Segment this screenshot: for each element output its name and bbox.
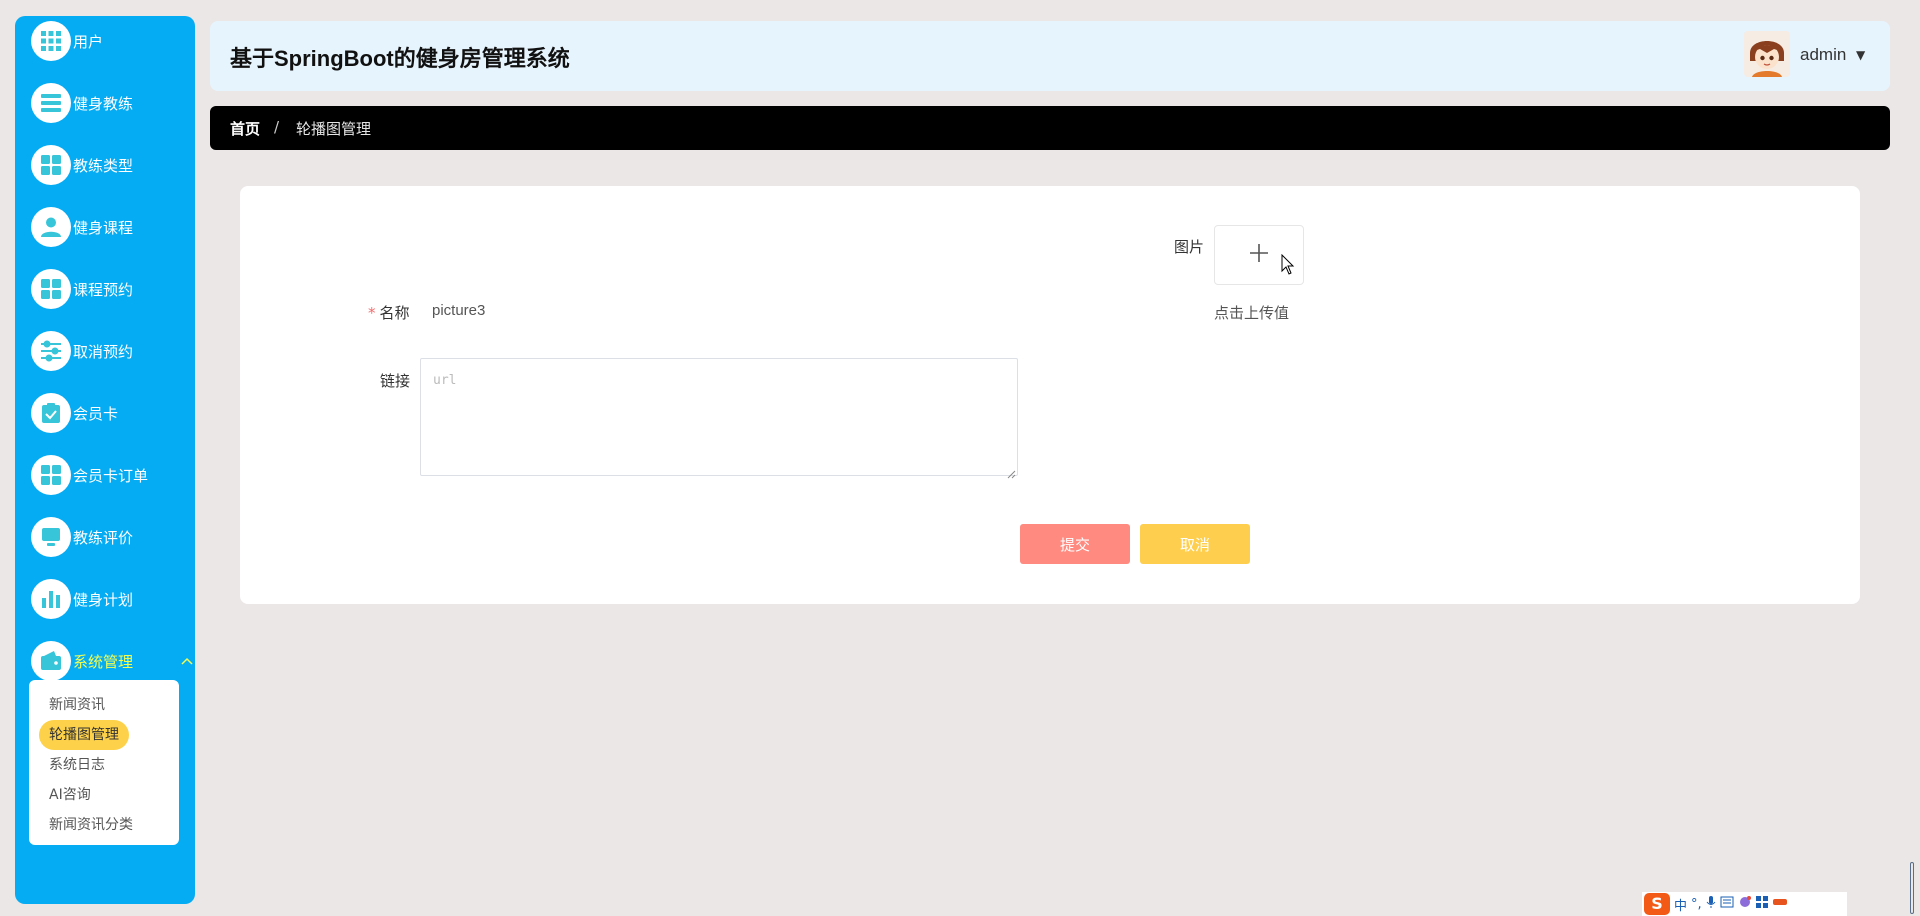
scroll-indicator[interactable]	[1910, 862, 1914, 914]
sidebar-item-coaches[interactable]: 健身教练	[31, 81, 191, 125]
submenu-item-news[interactable]: 新闻资讯	[39, 690, 115, 720]
link-label: 链接	[380, 372, 411, 390]
submit-button[interactable]: 提交	[1020, 524, 1130, 564]
user-icon	[31, 207, 71, 247]
tool-icon[interactable]	[1772, 896, 1788, 912]
apps-grid-icon[interactable]	[1755, 896, 1768, 912]
ime-logo-icon[interactable]: S	[1644, 893, 1670, 915]
form-card: *名称 picture3 链接 图片 点击上传值 提交 取消	[240, 186, 1860, 604]
sidebar-item-label: 会员卡订单	[73, 466, 149, 485]
wallet-icon	[31, 641, 71, 681]
sidebar-item-card-orders[interactable]: 会员卡订单	[31, 453, 191, 497]
submenu-item-ai-consult[interactable]: AI咨询	[39, 780, 101, 810]
mouse-cursor-icon	[1281, 253, 1295, 280]
monitor-icon	[31, 517, 71, 557]
sidebar-item-system-management[interactable]: 系统管理	[31, 639, 193, 683]
sidebar-item-label: 健身计划	[73, 590, 134, 609]
bar-chart-icon	[31, 579, 71, 619]
microphone-icon[interactable]	[1706, 895, 1716, 913]
sidebar-item-courses[interactable]: 健身课程	[31, 205, 191, 249]
user-name[interactable]: admin	[1800, 45, 1846, 65]
grid-icon	[31, 145, 71, 185]
ime-mode[interactable]: 中	[1674, 895, 1687, 914]
required-mark: *	[368, 304, 376, 322]
page-title: 基于SpringBoot的健身房管理系统	[230, 46, 570, 71]
link-textarea[interactable]	[420, 358, 1018, 476]
grid-icon	[31, 455, 71, 495]
grid-icon	[31, 21, 71, 61]
top-header: 基于SpringBoot的健身房管理系统 admin ▼	[210, 21, 1890, 91]
submenu-item-carousel-management[interactable]: 轮播图管理	[39, 720, 129, 750]
sidebar-item-cancellations[interactable]: 取消预约	[31, 329, 191, 373]
sidebar-item-label: 教练评价	[73, 528, 134, 547]
image-label: 图片	[1174, 238, 1205, 256]
sidebar-item-label: 会员卡	[73, 404, 119, 423]
upload-hint: 点击上传值	[1214, 304, 1290, 322]
breadcrumb-home[interactable]: 首页	[230, 118, 260, 139]
sidebar-item-label: 取消预约	[73, 342, 134, 361]
keyboard-icon[interactable]	[1720, 896, 1734, 912]
plus-icon	[1248, 242, 1270, 268]
sidebar-item-label: 课程预约	[73, 280, 134, 299]
name-value: picture3	[432, 302, 486, 319]
submenu-item-news-category[interactable]: 新闻资讯分类	[39, 810, 143, 840]
name-label: * 名称	[368, 302, 410, 323]
name-label-text: 名称	[379, 304, 410, 322]
sidebar-item-membership-card[interactable]: 会员卡	[31, 391, 191, 435]
submenu-system-management: 新闻资讯 轮播图管理 系统日志 AI咨询 新闻资讯分类	[29, 680, 179, 845]
avatar[interactable]	[1744, 31, 1790, 77]
list-icon	[31, 83, 71, 123]
grid-icon	[31, 269, 71, 309]
punctuation-icon[interactable]: °,	[1691, 897, 1702, 912]
sidebar-item-coach-types[interactable]: 教练类型	[31, 143, 191, 187]
sidebar-item-label: 健身教练	[73, 94, 134, 113]
skin-icon[interactable]	[1738, 895, 1752, 913]
sidebar-item-label: 用户	[73, 32, 104, 51]
chevron-up-icon[interactable]	[181, 654, 193, 668]
sidebar-item-label: 教练类型	[73, 156, 134, 175]
caret-down-icon[interactable]: ▼	[1856, 48, 1865, 62]
sidebar-item-users[interactable]: 用户	[31, 19, 191, 63]
breadcrumb-current: 轮播图管理	[296, 120, 372, 138]
sliders-icon	[31, 331, 71, 371]
ime-toolbar: S 中 °,	[1642, 892, 1847, 916]
submenu-item-system-log[interactable]: 系统日志	[39, 750, 115, 780]
sidebar-item-coach-reviews[interactable]: 教练评价	[31, 515, 191, 559]
resize-handle-icon[interactable]	[1006, 464, 1016, 479]
sidebar-item-label: 健身课程	[73, 218, 134, 237]
breadcrumb: 首页 / 轮播图管理	[210, 106, 1890, 150]
breadcrumb-separator: /	[274, 118, 280, 136]
sidebar-item-bookings[interactable]: 课程预约	[31, 267, 191, 311]
sidebar-item-label: 系统管理	[73, 652, 134, 671]
clipboard-check-icon	[31, 393, 71, 433]
cancel-button[interactable]: 取消	[1140, 524, 1250, 564]
sidebar-item-fitness-plan[interactable]: 健身计划	[31, 577, 191, 621]
sidebar: 用户 健身教练 教练类型 健身课程 课程预约 取消预约 会员卡 会员卡订单 教练…	[15, 16, 195, 904]
